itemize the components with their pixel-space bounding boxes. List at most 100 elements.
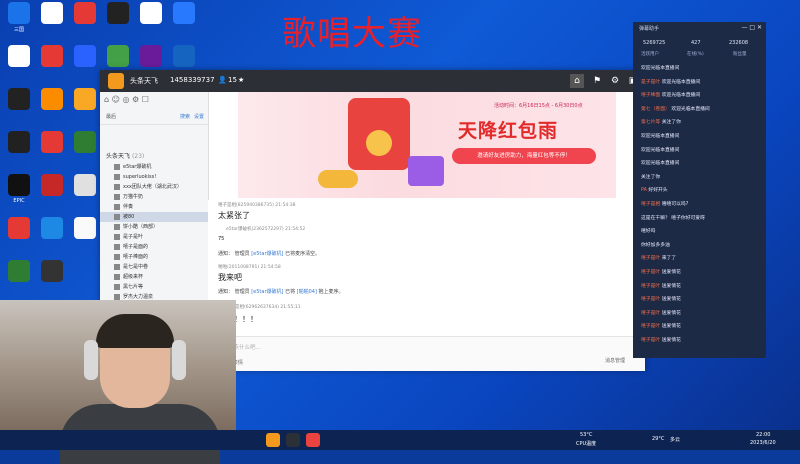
search-link[interactable]: 搜索 [180,110,190,124]
user-icon [114,173,120,180]
message-manage-button[interactable]: 消息管理 [605,357,625,364]
danmaku-user[interactable]: PA [641,188,647,193]
sidebar-filter[interactable]: 最后 设置 搜索 [100,110,208,125]
desktop-shortcut[interactable] [2,217,36,257]
danmaku-user[interactable]: 第七片等 [641,120,660,125]
desktop-shortcut[interactable] [2,260,36,300]
desktop-shortcut[interactable] [2,131,36,171]
danmaku-text: 送爱情花 [661,324,681,330]
notice-user[interactable]: [啪啪04] [297,289,317,295]
user-icon [114,183,120,190]
channel-member[interactable]: 伴奏 [100,202,208,212]
clock-date[interactable]: 2023/6/20 [750,440,776,446]
channel-member[interactable]: xxx团队大佬（湖北武汉） [100,182,208,192]
danmaku-user[interactable]: 嘻子是相 [641,202,660,207]
desktop-shortcut[interactable] [68,217,102,257]
danmaku-line: 嘻子是相 嘻嘻可以吗? [641,200,688,207]
channel-member[interactable]: 是七是中卷 [100,262,208,272]
desktop-shortcut[interactable] [35,260,69,300]
channel-member[interactable]: superluokiss! [100,172,208,182]
danmaku-user[interactable]: 嘻子是叶 [641,338,660,343]
channel-member[interactable]: 嘻子是面的 [100,242,208,252]
star-icon[interactable]: ★ [238,76,244,84]
member-name: 黑七片等 [123,284,144,290]
app-icon [107,2,129,24]
desktop-shortcut[interactable] [68,45,102,85]
chat-input-area[interactable]: 说点什么吧... ☺ 表情 消息管理 [208,336,645,371]
channel-member[interactable]: 是子是叶 [100,232,208,242]
desktop-shortcut[interactable] [35,217,69,257]
clock-time[interactable]: 22:00 [756,432,770,438]
channel-member[interactable]: 超级来杯 [100,272,208,282]
headphone-left-icon [84,340,98,380]
desktop-shortcut[interactable] [68,174,102,214]
user-icon [114,293,120,300]
desktop-shortcut[interactable]: EPIC [2,174,36,214]
desktop-shortcut[interactable] [101,2,135,42]
desktop-shortcut[interactable] [35,2,69,42]
danmaku-user[interactable]: 嘻子是叶 [641,324,660,329]
danmaku-text: 嘻好吗 [641,229,656,235]
weather-temp[interactable]: 29°C [652,436,664,442]
danmaku-text: 这是在干嘛？ 嘻子你好可爱呀 [641,215,705,221]
desktop-shortcut[interactable] [2,45,36,85]
member-name: 万猫牛奶 [123,194,144,200]
desktop-shortcut[interactable] [68,2,102,42]
danmaku-user[interactable]: 嘻子棒面 [641,93,660,98]
home-icon[interactable]: ⌂ [570,74,584,88]
channel-member[interactable]: 黑七片等 [100,282,208,292]
app-icon [8,88,30,110]
panel-controls[interactable]: — □ ✕ [741,24,762,31]
main-content: 活动时间：6月16日15点 - 6月30日0点 天降红包雨 邀请好友进房助力，海… [208,92,645,371]
channel-member[interactable]: 万猫牛奶 [100,192,208,202]
member-name: 饼小酷（西部） [123,224,159,230]
desktop-shortcut[interactable] [167,2,201,42]
danmaku-user[interactable]: 嘻子是叶 [641,270,660,275]
taskbar-app-icon[interactable] [306,433,320,447]
danmaku-line: 嘻子棒面 欢迎光临本直播间 [641,91,700,98]
sidebar-toolbar[interactable]: ⌂ ☺ ◎ ⚙ ☐ [100,92,208,110]
desktop-shortcut[interactable] [68,131,102,171]
fans-icon: 👤 [218,76,227,84]
notice-user[interactable]: [e5tar爆破机] [251,251,283,257]
desktop-shortcut[interactable]: 三国 [2,2,36,42]
desktop-shortcut[interactable] [2,88,36,128]
notice-user[interactable]: [e5tar爆破机] [251,289,283,295]
danmaku-line: 第七（卷面） 欢迎光临本直播间 [641,105,710,112]
desktop-shortcut[interactable] [68,88,102,128]
danmaku-user[interactable]: 嘻子是叶 [641,284,660,289]
settings-link[interactable]: 设置 [194,110,204,124]
taskbar-app-icon[interactable] [266,433,280,447]
danmaku-user[interactable]: 嘻子是叶 [641,256,660,261]
desktop-shortcut[interactable] [35,45,69,85]
shop-icon[interactable]: ⚑ [590,74,604,88]
channel-member[interactable]: 嘻子棒面的 [100,252,208,262]
desktop-shortcut[interactable] [35,88,69,128]
tree-root[interactable]: 头条天飞 (23) [100,152,208,162]
danmaku-user[interactable]: 是子是叶 [641,80,660,85]
weather-desc[interactable]: 多云 [670,436,680,443]
danmaku-line: 关注了你 [641,173,660,180]
channel-member[interactable]: 被80 [100,212,208,222]
settings-icon[interactable]: ⚙ [608,74,622,88]
desktop-shortcut[interactable] [134,2,168,42]
user-icon [114,213,120,220]
channel-member[interactable]: e5tar爆破机 [100,162,208,172]
danmaku-user[interactable]: 嘻子是叶 [641,311,660,316]
danmaku-text: 送爱情花 [661,270,681,275]
stat-fans: 232608 [729,40,749,46]
banner-cta[interactable]: 邀请好友进房助力，海量红包等不停！ [452,148,596,164]
danmaku-user[interactable]: 第七（卷面） [641,107,670,112]
desktop-shortcut[interactable] [35,131,69,171]
app-icon [8,45,30,67]
danmaku-line: 嘻子是叶 送爱情花 [641,282,681,289]
system-notice: 通知： 管理员 [e5tar爆破机] 已将 [啪啪04] 抱上麦序。 [218,288,344,295]
channel-member[interactable]: 饼小酷（西部） [100,222,208,232]
desktop-shortcut[interactable] [35,174,69,214]
app-icon [74,2,96,24]
stat-active: 5269725 [643,40,666,46]
promo-banner[interactable]: 活动时间：6月16日15点 - 6月30日0点 天降红包雨 邀请好友进房助力，海… [238,92,616,198]
taskbar-app-icon[interactable] [286,433,300,447]
danmaku-user[interactable]: 嘻子是叶 [641,297,660,302]
user-icon [114,273,120,280]
